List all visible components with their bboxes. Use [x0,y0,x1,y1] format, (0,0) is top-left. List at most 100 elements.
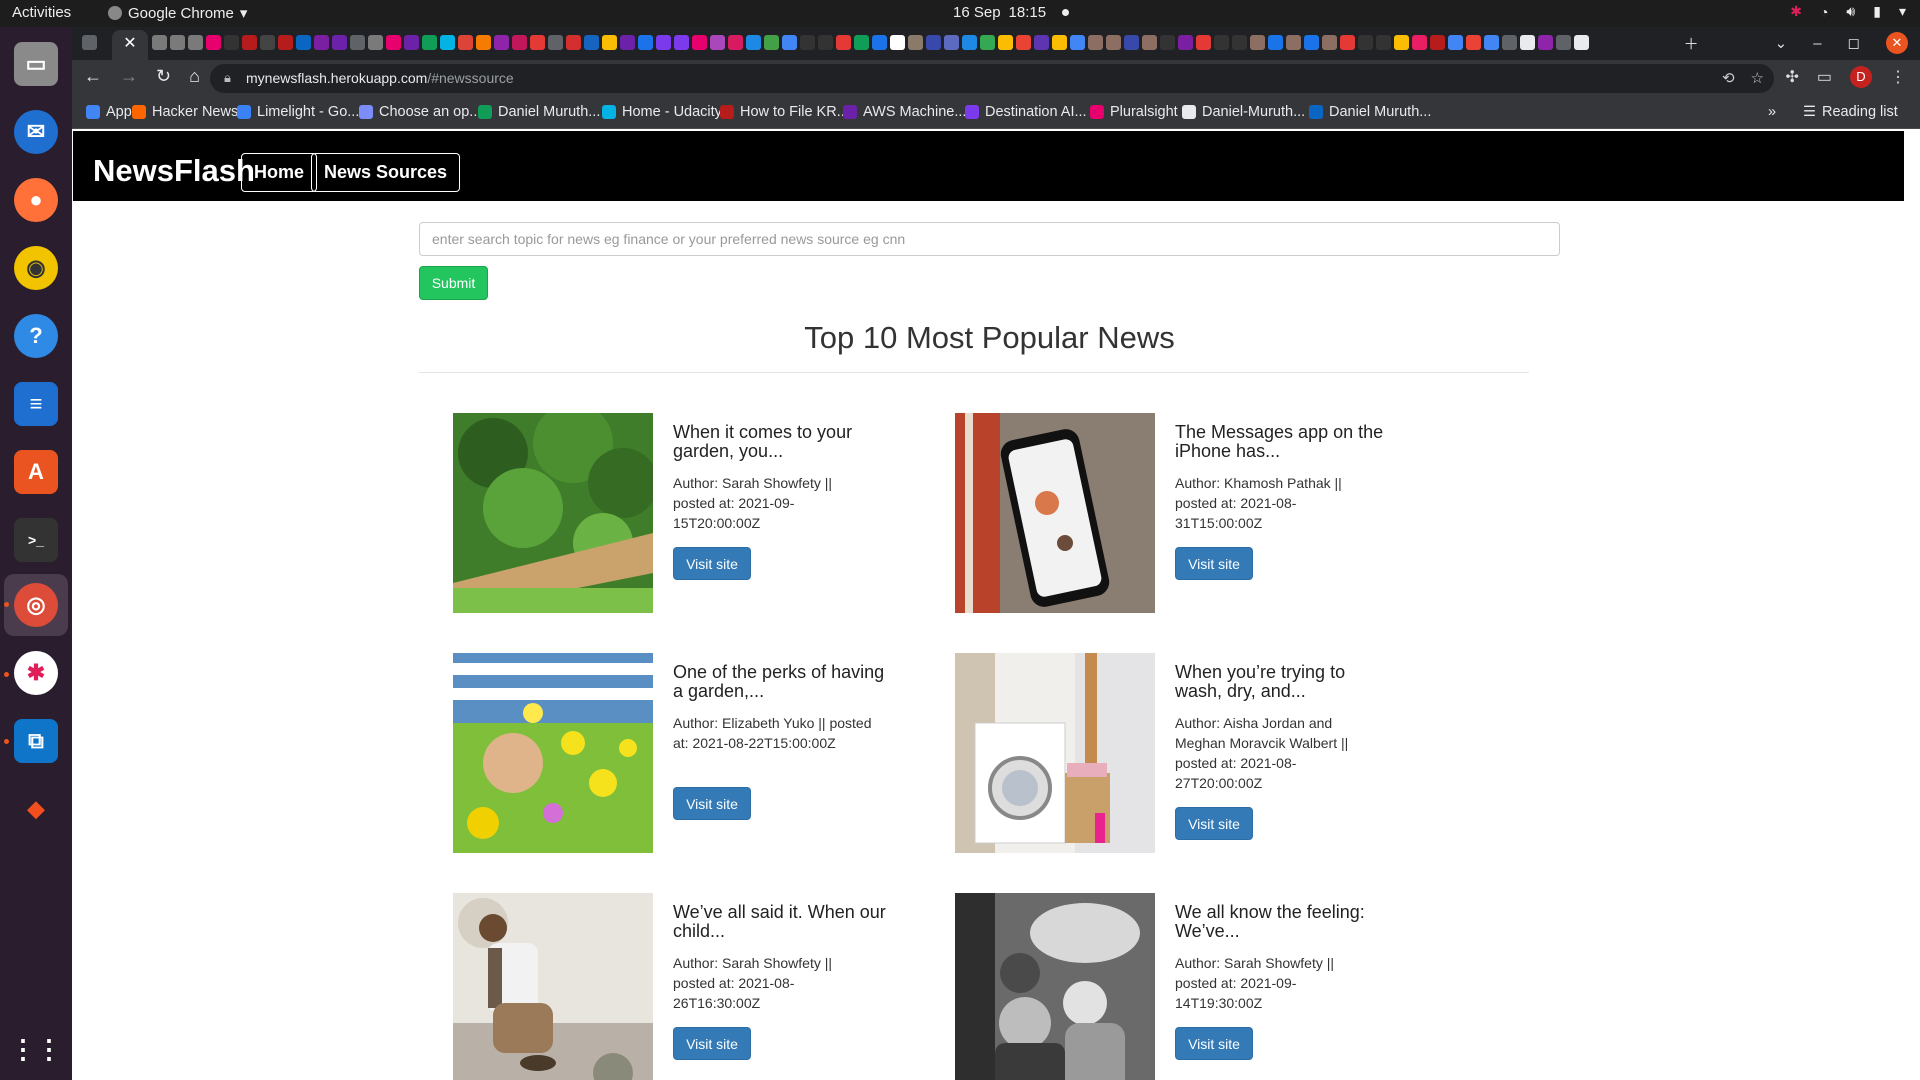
menu-kebab-icon[interactable]: ⋮ [1890,67,1906,87]
article-title: One of the perks of having a garden,... [673,662,885,701]
running-indicator [4,672,9,677]
address-bar[interactable]: 🔒︎ mynewsflash.herokuapp.com/#newssource… [210,64,1774,93]
reload-icon[interactable]: ↻ [156,66,171,87]
nav-buttons: ← → ↻ ⌂ [84,66,200,87]
back-icon[interactable]: ← [84,66,102,87]
article-image [955,413,1155,613]
maximize-icon[interactable]: ◻ [1848,34,1860,52]
tab-search-icon[interactable]: ⌄ [1775,34,1788,52]
caret-down-icon: ▾ [239,5,248,22]
extensions-icon[interactable]: ✣ [1785,67,1798,87]
bookmark-item[interactable]: Home - Udacity [602,104,722,120]
visit-site-button[interactable]: Visit site [673,787,751,820]
bookmark-favicon-icon [843,105,857,119]
bookmarks-overflow-button[interactable]: » [1768,104,1776,120]
show-applications-icon[interactable]: ⋮⋮ [10,1027,62,1071]
reading-list-icon: ☰ [1803,104,1816,120]
window-controls: ＋ ⌄ – ◻ ✕ [1684,32,1908,54]
terminal-icon[interactable]: >_ [14,518,58,562]
chrome-tab-strip: ✕ ＋ ⌄ – ◻ ✕ [72,27,1920,60]
bookmark-item[interactable]: Daniel Muruth... [478,104,600,120]
bookmark-label: Choose an op... [379,104,482,120]
activities-button[interactable]: Activities [12,4,71,21]
new-tab-icon[interactable]: ＋ [1684,33,1699,54]
libreoffice-writer-icon[interactable]: ≡ [14,382,58,426]
bookmark-item[interactable]: Daniel Muruth... [1309,104,1431,120]
home-icon[interactable]: ⌂ [189,66,200,87]
cast-icon[interactable]: ▭ [1817,67,1832,87]
article-title: We all know the feeling: We’ve... [1175,902,1365,941]
tab-favicons[interactable] [152,35,1589,50]
article-meta: Author: Sarah Showfety || posted at: 202… [1175,955,1335,1011]
clock-time: 18:15 [1008,4,1047,21]
files-icon[interactable]: ▭ [14,42,58,86]
thunderbird-icon[interactable]: ✉ [14,110,58,154]
visit-site-button[interactable]: Visit site [1175,807,1253,840]
bookmark-favicon-icon [478,105,492,119]
active-tab[interactable]: ✕ [112,30,148,60]
bookmark-item[interactable]: Hacker News [132,104,238,120]
omnibox-actions: ⟲ ☆ [1722,69,1764,87]
rhythmbox-icon[interactable]: ◉ [14,246,58,290]
figma-icon[interactable]: ◆ [14,787,58,831]
bookmark-label: Daniel Muruth... [1329,104,1432,120]
app-menu[interactable]: Google Chrome ▾ [108,4,247,22]
firefox-icon[interactable]: ● [14,178,58,222]
profile-avatar[interactable]: D [1850,66,1872,88]
clock[interactable]: 16 Sep 18:15 [953,4,1070,21]
bookmark-label: AWS Machine... [863,104,967,120]
software-center-icon[interactable]: A [14,450,58,494]
vscode-icon[interactable]: ⧉ [14,719,58,763]
bookmark-item[interactable]: How to File KR... [720,104,849,120]
bookmark-item[interactable]: Destination AI... [965,104,1087,120]
bookmark-item[interactable]: Daniel-Muruth... [1182,104,1305,120]
slack-icon[interactable]: ✱ [14,651,58,695]
bookmark-item[interactable]: AWS Machine... [843,104,966,120]
nav-news-sources-link[interactable]: News Sources [311,153,461,192]
app-name: Google Chrome [128,4,234,22]
article-image [955,653,1155,853]
chrome-dock-icon[interactable]: ◎ [14,583,58,627]
system-tray[interactable]: ✱ ◔ 🔊︎ ▮ ▾ [1790,3,1906,20]
close-tab-icon[interactable]: ✕ [123,35,136,52]
bookmark-star-icon[interactable]: ☆ [1751,69,1764,87]
article-meta: Author: Sarah Showfety || posted at: 202… [673,475,833,531]
bookmark-favicon-icon [720,105,734,119]
visit-site-button[interactable]: Visit site [673,547,751,580]
site-brand[interactable]: NewsFlash [93,153,255,189]
lock-icon[interactable]: 🔒︎ [224,70,231,86]
notification-dot-icon [1062,9,1070,16]
volume-icon[interactable]: 🔊︎ [1846,3,1855,20]
power-menu-icon[interactable]: ▾ [1899,3,1906,20]
article-meta: Author: Khamosh Pathak || posted at: 202… [1175,475,1342,531]
article-meta: Author: Sarah Showfety || posted at: 202… [673,955,833,1011]
bookmark-item[interactable]: Choose an op... [359,104,481,120]
search-input[interactable] [419,222,1560,256]
bookmark-item[interactable]: Pluralsight [1090,104,1178,120]
bookmark-favicon-icon [1309,105,1323,119]
visit-site-button[interactable]: Visit site [1175,1027,1253,1060]
slack-tray-icon[interactable]: ✱ [1790,3,1802,20]
close-window-icon[interactable]: ✕ [1886,32,1908,54]
bookmark-favicon-icon [359,105,373,119]
help-icon[interactable]: ? [14,314,58,358]
translate-icon[interactable]: ⟲ [1722,69,1735,87]
submit-button[interactable]: Submit [419,266,488,300]
reading-list-button[interactable]: ☰ Reading list [1803,104,1898,120]
battery-icon[interactable]: ▮ [1873,3,1881,20]
forward-icon[interactable]: → [120,66,138,87]
visit-site-button[interactable]: Visit site [1175,547,1253,580]
url-text[interactable]: mynewsflash.herokuapp.com/#newssource [246,70,514,86]
dock: ▭ ✉ ● ◉ ? ≡ A >_ ◎ ✱ ⧉ ◆ ⋮⋮ [0,27,72,1080]
nav-home-link[interactable]: Home [241,153,318,192]
reading-list-label: Reading list [1822,104,1898,120]
pinned-tabs-left[interactable] [82,35,97,50]
bookmark-label: Limelight - Go... [257,104,360,120]
article-title: We’ve all said it. When our child... [673,902,886,941]
bookmark-label: Daniel-Muruth... [1202,104,1306,120]
visit-site-button[interactable]: Visit site [673,1027,751,1060]
wifi-icon[interactable]: ◔ [1820,4,1828,20]
minimize-icon[interactable]: – [1813,35,1821,52]
toolbar-right: ✣ ▭ D ⋮ [1785,66,1906,88]
bookmark-item[interactable]: Limelight - Go... [237,104,359,120]
